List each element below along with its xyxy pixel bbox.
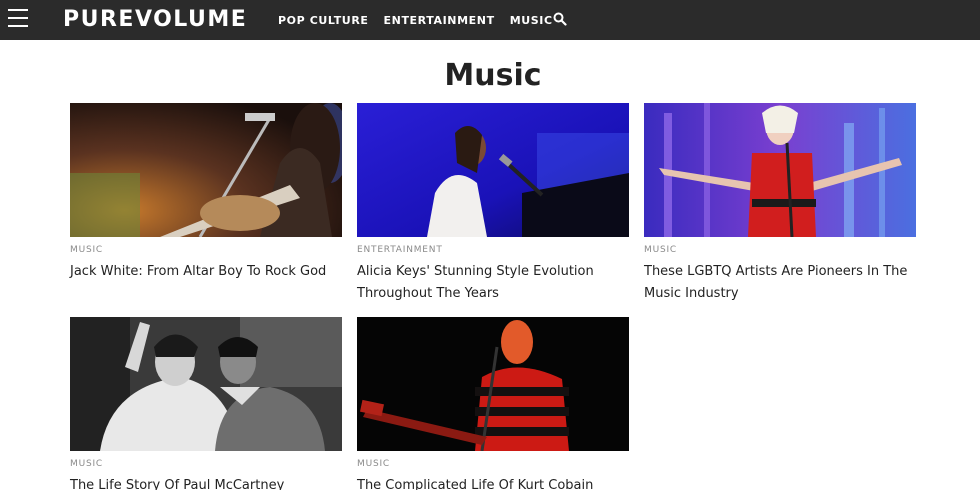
article-title[interactable]: The Complicated Life Of Kurt Cobain [357,475,629,490]
article-category[interactable]: MUSIC [357,458,629,470]
article-card[interactable]: MUSIC The Complicated Life Of Kurt Cobai… [357,317,629,490]
article-category[interactable]: MUSIC [644,244,916,256]
article-category[interactable]: MUSIC [70,458,342,470]
article-title[interactable]: These LGBTQ Artists Are Pioneers In The … [644,261,916,305]
article-card[interactable]: ENTERTAINMENT Alicia Keys' Stunning Styl… [357,103,629,305]
page-title: Music [444,58,542,93]
article-card[interactable]: MUSIC These LGBTQ Artists Are Pioneers I… [644,103,916,305]
article-title[interactable]: The Life Story Of Paul McCartney [70,475,342,490]
main-nav: POP CULTURE ENTERTAINMENT MUSIC [278,0,568,40]
article-title[interactable]: Alicia Keys' Stunning Style Evolution Th… [357,261,629,305]
article-title[interactable]: Jack White: From Altar Boy To Rock God [70,261,342,283]
hamburger-menu-icon[interactable] [8,9,28,29]
site-logo[interactable]: PUREVOLUME [63,6,247,34]
article-thumbnail[interactable] [70,317,342,451]
nav-pop-culture[interactable]: POP CULTURE [278,14,369,27]
article-category[interactable]: ENTERTAINMENT [357,244,629,256]
nav-entertainment[interactable]: ENTERTAINMENT [384,14,495,27]
article-thumbnail[interactable] [70,103,342,237]
article-category[interactable]: MUSIC [70,244,342,256]
top-navigation-bar: PUREVOLUME POP CULTURE ENTERTAINMENT MUS… [0,0,980,40]
article-thumbnail[interactable] [357,317,629,451]
search-icon[interactable] [553,12,567,26]
article-thumbnail[interactable] [644,103,916,237]
article-thumbnail[interactable] [357,103,629,237]
nav-music[interactable]: MUSIC [510,14,553,27]
article-card[interactable]: MUSIC Jack White: From Altar Boy To Rock… [70,103,342,283]
article-card[interactable]: MUSIC The Life Story Of Paul McCartney [70,317,342,490]
